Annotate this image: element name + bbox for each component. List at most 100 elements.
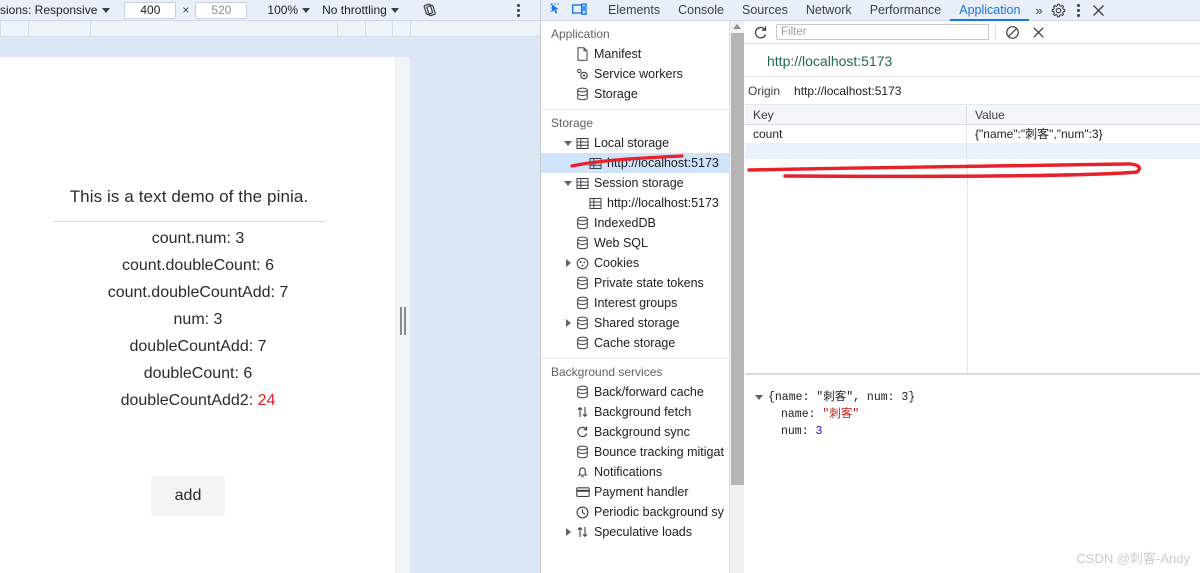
sidebar-item-background-sync[interactable]: Background sync [541, 422, 743, 442]
database-icon [574, 385, 591, 399]
list-item: doubleCountAdd: 7 [129, 338, 267, 355]
sidebar-scrollbar[interactable] [729, 21, 744, 573]
tab-sources[interactable]: Sources [733, 0, 797, 21]
sidebar-item-label: Speculative loads [594, 525, 692, 539]
sidebar-item-payment-handler[interactable]: Payment handler [541, 482, 743, 502]
dimensions-dropdown[interactable]: sions: Responsive [0, 0, 112, 21]
storage-key-value-table: Key Value count {"name":"刺客","num":3} [745, 105, 1200, 373]
device-height-input[interactable] [195, 1, 248, 19]
chevron-down-icon[interactable] [755, 395, 763, 400]
tab-application[interactable]: Application [950, 0, 1029, 21]
chevron-right-icon[interactable] [563, 319, 573, 327]
add-button[interactable]: add [151, 476, 225, 516]
sidebar-item-session-storage[interactable]: Session storage [541, 173, 743, 193]
filter-input[interactable] [776, 24, 989, 40]
sidebar-item-local-storage[interactable]: Local storage [541, 133, 743, 153]
device-width-input[interactable] [124, 1, 177, 19]
close-icon[interactable] [1089, 1, 1109, 20]
database-icon [574, 296, 591, 310]
preview-entry-num: num: 3 [755, 423, 1200, 440]
zoom-label: 100% [267, 3, 299, 17]
sidebar-item-indexeddb[interactable]: IndexedDB [541, 213, 743, 233]
tab-console[interactable]: Console [669, 0, 733, 21]
column-header-key[interactable]: Key [745, 105, 967, 124]
sidebar-item-bounce-tracking-mitigations[interactable]: Bounce tracking mitigat [541, 442, 743, 462]
sidebar-item-manifest[interactable]: Manifest [541, 44, 743, 64]
preview-summary-row[interactable]: {name: "刺客", num: 3} [755, 389, 1200, 406]
database-icon [574, 445, 591, 459]
sidebar-item-label: IndexedDB [594, 216, 656, 230]
sidebar-item-label: Web SQL [594, 236, 648, 250]
sidebar-item-label: Payment handler [594, 485, 689, 499]
cell-key[interactable]: count [745, 125, 967, 143]
chevron-down-icon[interactable] [563, 181, 573, 186]
list-item: count.num: 3 [151, 230, 245, 247]
database-icon [574, 216, 591, 230]
sidebar-item-notifications[interactable]: Notifications [541, 462, 743, 482]
emulated-page-frame: This is a text demo of the pinia. count.… [0, 57, 410, 573]
device-toolbar-icon[interactable] [569, 1, 589, 20]
sidebar-item-interest-groups[interactable]: Interest groups [541, 293, 743, 313]
sidebar-item-local-storage-origin[interactable]: http://localhost:5173 [541, 153, 743, 173]
page-scroll-handle[interactable] [400, 307, 407, 335]
device-more-options-icon[interactable] [508, 1, 528, 20]
database-icon [574, 316, 591, 330]
database-icon [574, 276, 591, 290]
zoom-dropdown[interactable]: 100% [267, 0, 312, 21]
sidebar-item-web-sql[interactable]: Web SQL [541, 233, 743, 253]
sidebar-item-label: Storage [594, 87, 638, 101]
sidebar-item-cache-storage[interactable]: Cache storage [541, 333, 743, 353]
viewport-top-band [0, 37, 540, 57]
sidebar-item-label: Private state tokens [594, 276, 704, 290]
page-scrollbar[interactable] [395, 57, 410, 573]
sidebar-item-storage[interactable]: Storage [541, 84, 743, 104]
table-column-divider[interactable] [967, 159, 968, 373]
scroll-up-arrow-icon[interactable] [733, 24, 741, 29]
chevron-right-icon[interactable] [563, 259, 573, 267]
preview-summary: {name: "刺客", num: 3} [768, 391, 916, 404]
sidebar-item-label: Cookies [594, 256, 640, 270]
more-tabs-icon[interactable]: » [1029, 3, 1048, 18]
chevron-right-icon[interactable] [563, 528, 573, 536]
viewport-ruler [0, 21, 540, 37]
table-row[interactable]: count {"name":"刺客","num":3} [745, 125, 1200, 143]
chevron-down-icon[interactable] [563, 141, 573, 146]
cookie-icon [574, 257, 591, 270]
table-empty-area[interactable] [745, 159, 1200, 373]
gear-icon[interactable] [1049, 1, 1069, 20]
sidebar-scroll-thumb[interactable] [731, 33, 744, 485]
delete-selected-icon[interactable] [1028, 23, 1048, 42]
devtools-menu-icon[interactable] [1069, 1, 1089, 20]
list-item: count.doubleCountAdd: 7 [107, 284, 289, 301]
sidebar-item-service-workers[interactable]: Service workers [541, 64, 743, 84]
sidebar-item-private-state-tokens[interactable]: Private state tokens [541, 273, 743, 293]
tab-elements[interactable]: Elements [599, 0, 669, 21]
rotate-icon[interactable] [421, 1, 441, 20]
sidebar-item-session-storage-origin[interactable]: http://localhost:5173 [541, 193, 743, 213]
sidebar-item-shared-storage[interactable]: Shared storage [541, 313, 743, 333]
sidebar-item-periodic-background-sync[interactable]: Periodic background sy [541, 502, 743, 522]
column-header-value[interactable]: Value [967, 105, 1200, 124]
table-row-empty-selected[interactable] [745, 143, 1200, 159]
origin-label: Origin [748, 84, 781, 98]
value-preview-panel: {name: "刺客", num: 3} name: "刺客" num: 3 [745, 375, 1200, 573]
refresh-icon[interactable] [750, 23, 770, 42]
clock-icon [574, 506, 591, 519]
sidebar-item-background-fetch[interactable]: Background fetch [541, 402, 743, 422]
cell-key-empty[interactable] [745, 143, 967, 159]
cell-value-empty[interactable] [967, 143, 1200, 159]
sidebar-item-label: Shared storage [594, 316, 680, 330]
sidebar-item-back-forward-cache[interactable]: Back/forward cache [541, 382, 743, 402]
table-header: Key Value [745, 105, 1200, 125]
origin-url-heading: http://localhost:5173 [745, 45, 1200, 77]
clear-icon[interactable] [1002, 23, 1022, 42]
sidebar-item-cookies[interactable]: Cookies [541, 253, 743, 273]
sidebar-section-background-services: Background services [551, 365, 663, 379]
throttling-dropdown[interactable]: No throttling [322, 0, 401, 21]
sidebar-item-label: Back/forward cache [594, 385, 704, 399]
cell-value[interactable]: {"name":"刺客","num":3} [967, 125, 1200, 143]
tab-performance[interactable]: Performance [861, 0, 951, 21]
tab-network[interactable]: Network [797, 0, 861, 21]
sidebar-item-speculative-loads[interactable]: Speculative loads [541, 522, 743, 542]
inspect-element-icon[interactable] [547, 1, 567, 20]
